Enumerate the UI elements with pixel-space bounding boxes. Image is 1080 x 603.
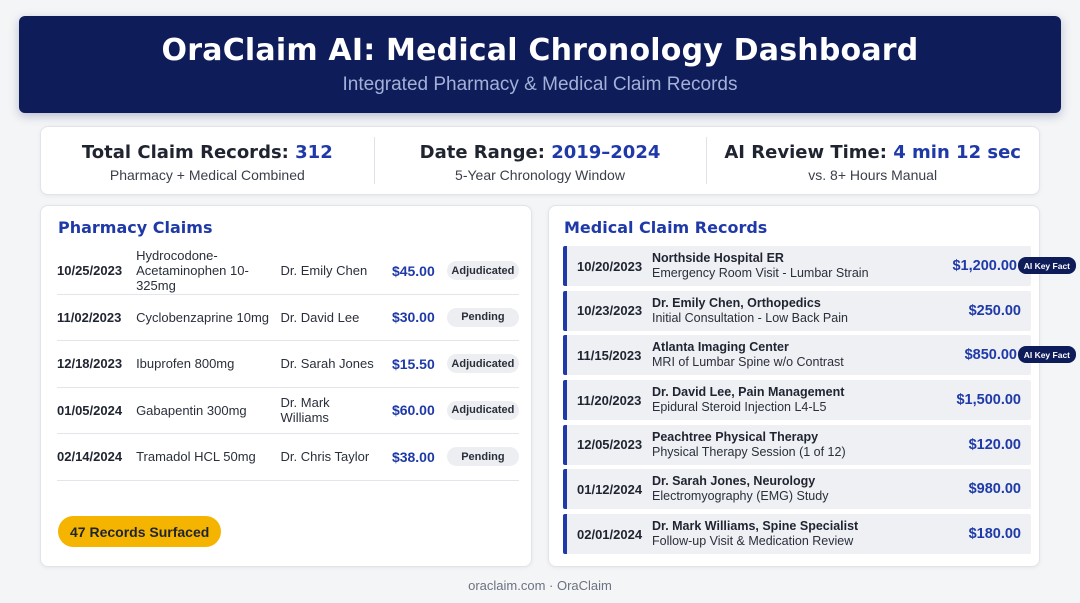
dashboard-header: OraClaim AI: Medical Chronology Dashboar… (19, 16, 1061, 113)
table-row[interactable]: 02/14/2024 Tramadol HCL 50mg Dr. Chris T… (57, 434, 519, 481)
claim-date: 10/25/2023 (57, 263, 123, 279)
list-item[interactable]: 11/15/2023 Atlanta Imaging Center MRI of… (563, 335, 1076, 376)
provider-name: Dr. David Lee, Pain Management (652, 385, 845, 400)
stat-sub: Pharmacy + Medical Combined (109, 167, 305, 183)
claim-amount: $15.50 (391, 355, 435, 372)
medical-claims-panel: Medical Claim Records 10/20/2023 Northsi… (548, 205, 1076, 567)
claim-date: 12/05/2023 (577, 437, 643, 453)
prescriber: Dr. David Lee (280, 309, 360, 325)
table-row[interactable]: 11/02/2023 Cyclobenzaprine 10mg Dr. Davi… (57, 295, 519, 341)
page-title: OraClaim AI: Medical Chronology Dashboar… (161, 33, 919, 68)
claim-date: 10/23/2023 (577, 303, 643, 319)
claim-amount: $1,200.00 (952, 258, 1017, 274)
claim-amount: $38.00 (391, 448, 435, 465)
panel-title: Medical Claim Records (564, 218, 768, 237)
status-badge: Adjudicated (446, 261, 519, 281)
service-description: Initial Consultation - Low Back Pain (652, 310, 848, 325)
drug-name: Ibuprofen 800mg (136, 356, 235, 372)
claim-amount: $250.00 (968, 302, 1021, 319)
list-item[interactable]: 02/01/2024 Dr. Mark Williams, Spine Spec… (563, 514, 1031, 555)
claim-date: 02/01/2024 (577, 526, 643, 542)
drug-name: Hydrocodone-Acetaminophen 10-325mg (136, 248, 249, 294)
prescriber: Dr. Chris Taylor (280, 449, 370, 465)
list-item[interactable]: 10/20/2023 Northside Hospital ER Emergen… (563, 246, 1076, 286)
status-badge: Adjudicated (446, 354, 519, 374)
provider-name: Dr. Sarah Jones, Neurology (652, 474, 816, 489)
status-badge: Pending (446, 307, 519, 327)
table-row[interactable]: 12/18/2023 Ibuprofen 800mg Dr. Sarah Jon… (57, 341, 519, 388)
stat-value: 2019–2024 (551, 142, 661, 163)
stat-value: 4 min 12 sec (893, 142, 1021, 163)
claim-amount: $180.00 (968, 526, 1021, 543)
claim-date: 01/12/2024 (577, 481, 643, 497)
service-description: MRI of Lumbar Spine w/o Contrast (652, 355, 844, 370)
service-description: Physical Therapy Session (1 of 12) (652, 444, 846, 459)
prescriber: Dr. Mark Williams (280, 395, 330, 426)
list-item[interactable]: 10/23/2023 Dr. Emily Chen, Orthopedics I… (563, 290, 1031, 331)
service-description: Electromyography (EMG) Study (652, 489, 829, 504)
status-badge: Pending (446, 447, 519, 467)
claim-date: 11/15/2023 (577, 347, 642, 363)
status-badge: Adjudicated (446, 400, 519, 420)
table-row[interactable]: 01/05/2024 Gabapentin 300mg Dr. Mark Wil… (57, 388, 519, 434)
claim-amount: $60.00 (391, 402, 435, 419)
service-description: Epidural Steroid Injection L4-L5 (652, 400, 827, 415)
claim-date: 01/05/2024 (57, 402, 123, 418)
service-description: Emergency Room Visit - Lumbar Strain (652, 266, 869, 280)
claim-amount: $120.00 (968, 436, 1021, 453)
stat-label: AI Review Time: (724, 142, 887, 163)
claim-amount: $850.00 (964, 347, 1017, 364)
panel-title: Pharmacy Claims (58, 218, 213, 237)
service-description: Follow-up Visit & Medication Review (652, 534, 854, 549)
ai-key-fact-badge[interactable]: AI Key Fact (1017, 257, 1076, 274)
provider-name: Peachtree Physical Therapy (652, 429, 819, 444)
page-subtitle: Integrated Pharmacy & Medical Claim Reco… (342, 74, 738, 95)
list-item[interactable]: 12/05/2023 Peachtree Physical Therapy Ph… (563, 424, 1031, 465)
claim-amount: $1,500.00 (956, 392, 1021, 409)
claim-amount: $45.00 (391, 262, 435, 279)
stat-label: Total Claim Records: (81, 142, 289, 163)
stat-value: 312 (295, 142, 333, 163)
drug-name: Tramadol HCL 50mg (136, 449, 256, 465)
claim-date: 12/18/2023 (57, 356, 123, 372)
footer-credit: oraclaim.com · OraClaim (468, 578, 612, 593)
list-item[interactable]: 01/12/2024 Dr. Sarah Jones, Neurology El… (563, 469, 1031, 510)
provider-name: Dr. Mark Williams, Spine Specialist (652, 519, 859, 534)
stats-bar: Total Claim Records: 312 Pharmacy + Medi… (40, 126, 1040, 195)
claim-amount: $30.00 (391, 309, 435, 326)
claim-date: 10/20/2023 (577, 258, 643, 274)
provider-name: Atlanta Imaging Center (652, 340, 789, 355)
ai-key-fact-badge[interactable]: AI Key Fact (1017, 346, 1076, 364)
pharmacy-claims-panel: Pharmacy Claims 10/25/2023 Hydrocodone-A… (40, 205, 532, 567)
drug-name: Gabapentin 300mg (136, 402, 247, 418)
claim-date: 02/14/2024 (57, 449, 123, 465)
stat-sub: 5-Year Chronology Window (455, 167, 625, 183)
records-surfaced-badge[interactable]: 47 Records Surfaced (58, 516, 222, 547)
claim-amount: $980.00 (968, 481, 1021, 498)
provider-name: Northside Hospital ER (652, 251, 784, 265)
stat-date-range: Date Range: 2019–2024 5-Year Chronology … (373, 127, 707, 194)
stat-total-records: Total Claim Records: 312 Pharmacy + Medi… (41, 127, 374, 194)
prescriber: Dr. Sarah Jones (280, 356, 374, 372)
stat-label: Date Range: (419, 142, 545, 163)
list-item[interactable]: 11/20/2023 Dr. David Lee, Pain Managemen… (563, 380, 1031, 421)
prescriber: Dr. Emily Chen (280, 263, 368, 279)
medical-list: 10/20/2023 Northside Hospital ER Emergen… (563, 246, 1076, 559)
stat-review-time: AI Review Time: 4 min 12 sec vs. 8+ Hour… (706, 127, 1039, 194)
stat-sub: vs. 8+ Hours Manual (808, 167, 938, 183)
claim-date: 11/20/2023 (577, 392, 642, 408)
table-row[interactable]: 10/25/2023 Hydrocodone-Acetaminophen 10-… (57, 248, 519, 295)
claim-date: 11/02/2023 (57, 309, 122, 325)
drug-name: Cyclobenzaprine 10mg (136, 309, 270, 325)
pharmacy-list: 10/25/2023 Hydrocodone-Acetaminophen 10-… (57, 248, 519, 481)
provider-name: Dr. Emily Chen, Orthopedics (652, 295, 821, 310)
